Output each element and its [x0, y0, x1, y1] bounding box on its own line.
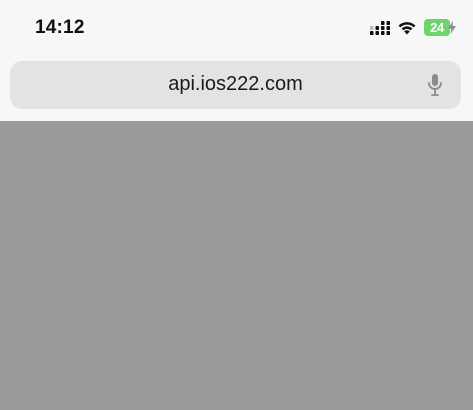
browser-top-chrome: 14:12 24 api.ios222.com: [0, 0, 473, 121]
url-text[interactable]: api.ios222.com: [10, 73, 461, 96]
microphone-icon[interactable]: [427, 73, 443, 97]
battery-indicator: 24: [424, 19, 450, 36]
wifi-icon: [398, 22, 416, 35]
address-bar[interactable]: api.ios222.com: [10, 61, 461, 109]
page-content-overlay: [0, 121, 473, 410]
browser-screen: 14:12 24 api.ios222.com: [0, 0, 473, 410]
status-time: 14:12: [35, 17, 85, 38]
charging-bolt-icon: [448, 21, 456, 34]
status-bar: 14:12 24: [0, 0, 473, 58]
cellular-signal-icon: [370, 21, 390, 35]
